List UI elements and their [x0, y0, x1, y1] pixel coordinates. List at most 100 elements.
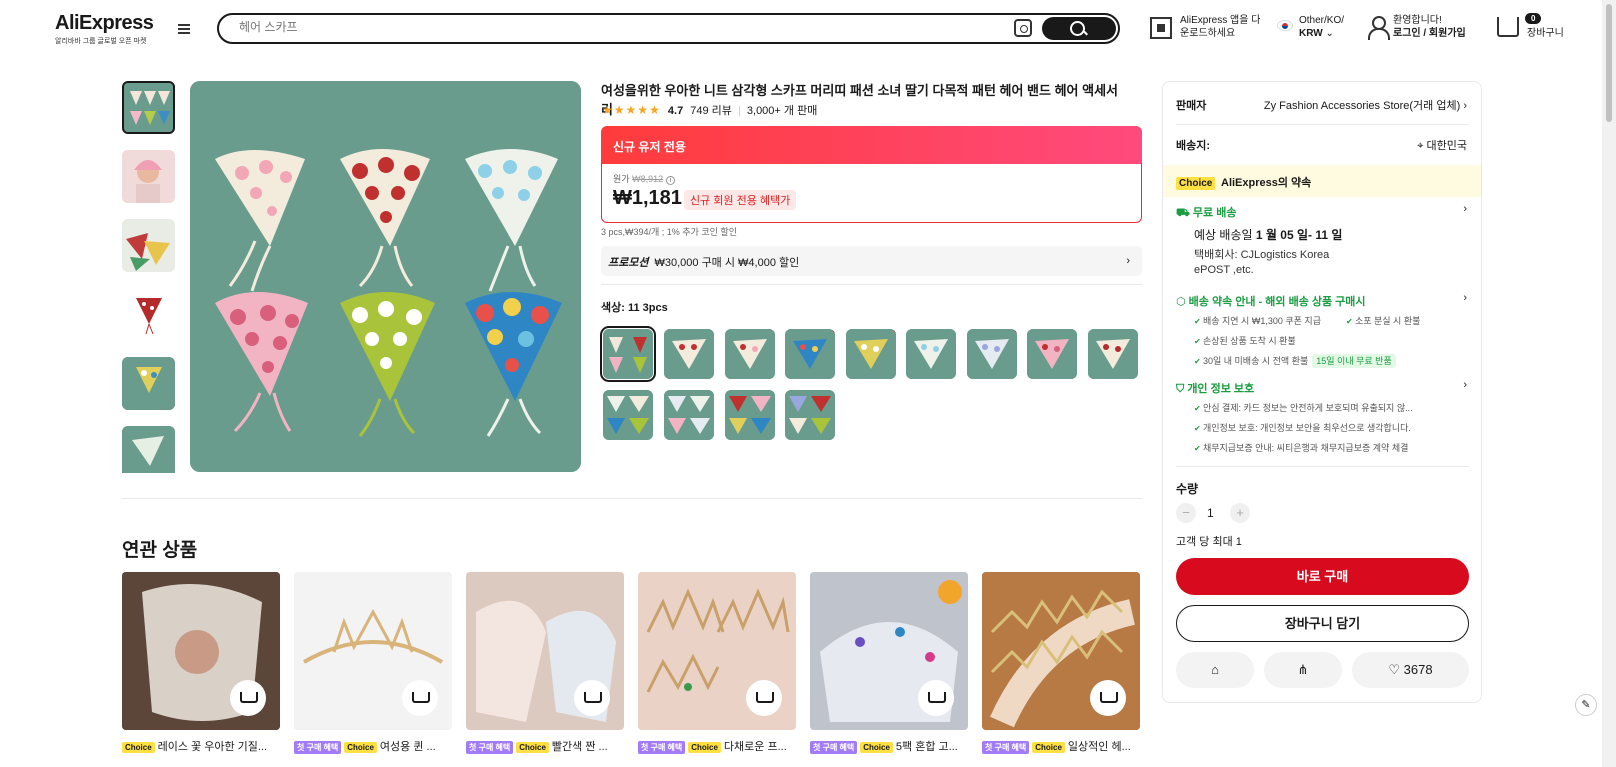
product-image[interactable] [294, 572, 452, 730]
product-image[interactable] [122, 572, 280, 730]
color-swatch-5[interactable]: ♦ [846, 329, 896, 379]
related-card-5[interactable]: 첫 구매 혜택 Choice 5팩 혼합 고... [810, 572, 968, 754]
promise-item: 손상된 상품 도착 시 환불 [1194, 334, 1296, 347]
chevron-right-icon: › [1126, 255, 1130, 267]
aliexpress-logo[interactable]: AliExpress 알리바바 그룹 글로벌 오픈 마켓 [55, 12, 154, 46]
product-image[interactable] [466, 572, 624, 730]
wishlist-count: 3678 [1403, 662, 1433, 677]
free-shipping[interactable]: ⛟ 무료 배송 [1176, 204, 1236, 221]
thumbnail-2[interactable] [122, 150, 175, 203]
share-button[interactable]: ⋔ [1264, 652, 1342, 688]
first-purchase-tag: 첫 구매 혜택 [638, 741, 686, 754]
product-title[interactable]: 레이스 꽃 우아한 기질... [158, 741, 267, 753]
related-card-1[interactable]: Choice 레이스 꽃 우아한 기질... [122, 572, 280, 754]
first-purchase-tag: 첫 구매 혜택 [810, 741, 858, 754]
app-download-link[interactable]: AliExpress 앱을 다 운로드하세요 [1180, 14, 1260, 40]
delivery-promise[interactable]: ⬡ 배송 약속 안내 - 해외 배송 상품 구매시 [1176, 293, 1366, 309]
original-price-value: ₩8,912 [632, 174, 664, 184]
color-swatch-6[interactable] [906, 329, 956, 379]
sold-count: 3,000+ 개 판매 [746, 105, 818, 117]
color-swatch-11[interactable] [664, 390, 714, 440]
color-swatch-3[interactable] [725, 329, 775, 379]
color-swatch-10[interactable] [603, 390, 653, 440]
color-swatch-9[interactable] [1088, 329, 1138, 379]
korea-flag-icon [1277, 20, 1293, 31]
quantity-decrease-button[interactable]: − [1176, 503, 1196, 523]
color-swatch-7[interactable]: ♦ [967, 329, 1017, 379]
thumbnail-5[interactable] [122, 357, 175, 410]
choice-tag: Choice [1176, 177, 1216, 190]
product-title[interactable]: 일상적인 헤... [1068, 741, 1131, 753]
quantity-increase-button[interactable]: + [1230, 503, 1250, 523]
add-to-cart-icon[interactable] [918, 680, 954, 716]
top-header: AliExpress 알리바바 그룹 글로벌 오픈 마켓 AliExpress … [0, 0, 1616, 56]
image-search-icon[interactable] [1014, 19, 1032, 37]
region-selector[interactable]: Other/KO/ KRW ⌄ [1299, 14, 1344, 40]
ship-destination[interactable]: ⌖ 대한민국 [1417, 137, 1467, 153]
add-to-cart-icon[interactable] [574, 680, 610, 716]
color-swatch-1[interactable] [600, 326, 656, 382]
main-product-image[interactable] [190, 81, 581, 472]
thumbnail-4[interactable] [122, 288, 175, 341]
product-image[interactable] [810, 572, 968, 730]
seller-link[interactable]: Zy Fashion Accessories Store(거래 업체) › [1264, 97, 1467, 113]
login-link[interactable]: 환영합니다! 로그인 / 회원가입 [1393, 14, 1466, 40]
product-image[interactable] [982, 572, 1140, 730]
color-swatch-4[interactable]: ♦ [785, 329, 835, 379]
add-to-cart-icon[interactable] [402, 680, 438, 716]
edit-icon[interactable]: ✎ [1575, 694, 1597, 716]
related-card-6[interactable]: 첫 구매 혜택 Choice 일상적인 헤... [982, 572, 1140, 754]
chevron-right-icon[interactable]: › [1463, 379, 1467, 391]
cart-label[interactable]: 장바구니 [1527, 27, 1564, 40]
purchase-panel: 판매자 Zy Fashion Accessories Store(거래 업체) … [1162, 81, 1482, 703]
privacy-protection[interactable]: ⛉ 개인 정보 보호 [1176, 380, 1254, 396]
product-title[interactable]: 다채로운 프... [724, 741, 787, 753]
buy-now-button[interactable]: 바로 구매 [1176, 558, 1469, 595]
rating-row[interactable]: ★★★★★ 4.7 749 리뷰 | 3,000+ 개 판매 [602, 102, 817, 118]
first-purchase-tag: 첫 구매 혜택 [982, 741, 1030, 754]
color-swatch-2[interactable] [664, 329, 714, 379]
add-to-cart-button[interactable]: 장바구니 담기 [1176, 605, 1469, 642]
free-shipping-text: 무료 배송 [1192, 207, 1237, 219]
add-to-cart-icon[interactable] [230, 680, 266, 716]
qr-code-icon[interactable] [1150, 17, 1172, 39]
product-title[interactable]: 빨간색 짠 ... [552, 741, 608, 753]
cart-icon[interactable] [1497, 17, 1519, 37]
free-return-tag: 15일 이내 무료 반품 [1312, 354, 1396, 368]
search-button[interactable] [1042, 17, 1116, 40]
chevron-right-icon[interactable]: › [1463, 203, 1467, 215]
related-card-3[interactable]: 첫 구매 혜택 Choice 빨간색 짠 ... [466, 572, 624, 754]
store-icon: ⌂ [1211, 662, 1219, 677]
add-to-cart-icon[interactable] [1090, 680, 1126, 716]
info-icon[interactable]: i [665, 176, 676, 185]
color-swatch-13[interactable] [785, 390, 835, 440]
wishlist-button[interactable]: ♡ 3678 [1352, 652, 1469, 688]
add-to-cart-icon[interactable] [746, 680, 782, 716]
thumbnail-3[interactable] [122, 219, 175, 272]
thumbnail-6[interactable] [122, 426, 175, 473]
related-card-2[interactable]: 첫 구매 혜택 Choice 여성용 퀸 ... [294, 572, 452, 754]
divider [1176, 124, 1469, 125]
user-icon[interactable] [1367, 16, 1390, 40]
page-scrollbar[interactable] [1602, 0, 1616, 767]
truck-icon: ⛟ [1176, 207, 1190, 219]
promise-item: 소포 분실 시 환불 [1346, 314, 1420, 327]
review-count[interactable]: 749 리뷰 [690, 105, 732, 117]
original-price: 원가 ₩8,912 i [613, 172, 676, 185]
search-input[interactable] [239, 20, 1019, 34]
chevron-right-icon[interactable]: › [1463, 292, 1467, 304]
share-icon: ⋔ [1297, 662, 1309, 677]
product-image[interactable] [638, 572, 796, 730]
promotion-bar[interactable]: 프로모션 ₩30,000 구매 시 ₩4,000 할인 › [601, 246, 1142, 276]
quantity-value[interactable]: 1 [1207, 506, 1214, 520]
product-title[interactable]: 5팩 혼합 고... [896, 741, 958, 753]
product-title[interactable]: 여성용 퀸 ... [380, 741, 436, 753]
menu-icon[interactable] [176, 22, 192, 36]
color-swatch-8[interactable] [1027, 329, 1077, 379]
store-button[interactable]: ⌂ [1176, 652, 1254, 688]
related-card-4[interactable]: 첫 구매 혜택 Choice 다채로운 프... [638, 572, 796, 754]
promotion-text: ₩30,000 구매 시 ₩4,000 할인 [654, 257, 800, 269]
color-swatch-12[interactable] [725, 390, 775, 440]
location-pin-icon: ⌖ [1417, 140, 1424, 152]
thumbnail-1[interactable] [122, 81, 175, 134]
